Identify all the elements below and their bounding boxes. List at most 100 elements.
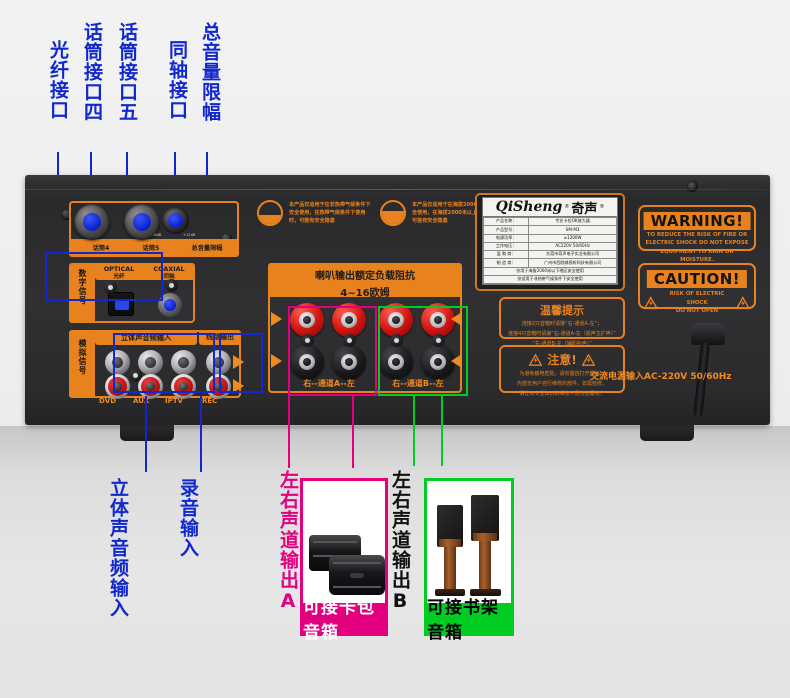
caution-body-line2: DO NOT OPEN [675,308,719,315]
tropical-climate-icon [257,200,283,226]
electric-shock-triangle-icon [644,296,658,310]
highlight-channel-a [288,306,377,396]
speaker-arrow-icon [271,354,282,368]
callout-optical-port: 光纤接口 [47,40,69,120]
table-row: 仅适用于非热带气候条件下安全使用 [483,274,617,285]
table-row: 产品型号： SM-M3 [482,225,617,235]
mic4-label: 话筒4 [92,245,110,252]
caution-body-line1: RISK OF ELECTRIC SHOCK [669,291,725,306]
screenshot-root: 光纤接口 话筒接口四 话筒接口五 同轴接口 总音量限幅 话筒4 话筒5 总音量限… [0,0,790,698]
bookshelf-speaker-caption: 可接书架音箱 [427,598,511,643]
warning-body: TO REDUCE THE RISK OF FIRE OR ELECTRIC S… [645,232,749,264]
table-row: 制 造 商： 广州市西欧威视听科技有限公司 [482,258,617,268]
attention-line3: 请让有专业知识的维修人员为您服务。 [519,391,605,397]
tips-line1: 连接2只音箱时请接“右-通道A-左”； [521,321,603,327]
registered-mark-icon-2: ® [599,204,605,210]
spec-key: 监 制 商： [482,249,530,260]
highlight-stereo-input [113,333,215,393]
spec-plate: QiSheng ® 奇声 ® 产品名称： 专业卡拉OK放大器 产品型号： SM-… [475,193,625,291]
spec-value: AC220V 50/60Hz [528,241,617,252]
table-row: 仅用于海拔2000米以下地区安全使用 [483,266,617,276]
callout-recording-input: 录音输入 [177,478,199,558]
registered-mark-icon: ® [564,204,570,210]
bookshelf-wood-left [439,539,461,547]
table-row: 监 制 商： 东莞市奇声电子实业有限公司 [482,249,617,260]
callout-lr-output-a: 左右声道输出A [277,470,299,613]
karaoke-speaker-card: 可接卡包音箱 [300,478,388,643]
spec-footnote: 仅用于海拔2000米以下地区安全使用 [483,266,617,276]
speaker-header-line2: 4~16欧姆 [340,288,390,299]
warning-box: WARNING! TO REDUCE THE RISK OF FIRE OR E… [638,205,756,263]
spec-value: ≥1200W [528,233,617,243]
callout-mic-port-4: 话筒接口四 [81,22,103,122]
spec-key: 产品型号： [482,225,530,235]
table-row: 工作电压： AC220V 50/60Hz [482,241,617,252]
highlight-digital-signal [45,252,163,301]
speaker-header-line1: 喇叭输出额定负载阻抗 [315,271,415,282]
spec-key: 工作电压： [482,241,530,252]
screw-icon [687,181,698,192]
power-plug [691,323,725,345]
warning-triangle-icon-2 [581,353,595,366]
callout-coaxial-port: 同轴接口 [166,40,188,120]
highlight-rec-output [219,333,263,393]
spec-value: 东莞市奇声电子实业有限公司 [528,249,617,260]
leader-line-channel-b-right [441,396,443,466]
spec-key: 制 造 商： [482,258,530,268]
tips-line2: 连接4只音箱时请接“右-通道A-左（前声主扩声）” [508,331,616,337]
karaoke-speaker-caption: 可接卡包音箱 [303,598,385,643]
analog-signal-text: 模拟信号 [78,339,87,375]
tropical-climate-note: 本产品仅适用于在非热带气候条件下安全使用，在热带气候条件下使用时，可能有安全隐患 [289,202,371,225]
bookshelf-stand-right [479,541,491,589]
leader-line-channel-a-left [288,396,290,468]
mic5-label: 话筒5 [142,245,160,252]
ac-input-note: 交流电源输入AC-220V 50/60Hz [590,372,732,382]
leader-line-channel-a-right [352,396,354,468]
tips-box: 温馨提示 连接2只音箱时请接“右-通道A-左”； 连接4只音箱时请接“右-通道A… [499,297,625,347]
brand-name-en: QiSheng [495,199,563,215]
speaker-header-strip: 喇叭输出额定负载阻抗 4~16欧姆 [268,263,462,299]
bookshelf-wood-right [473,533,497,541]
spec-key: 产品名称： [482,216,530,227]
highlight-channel-b [378,306,468,396]
bookshelf-speaker-card: 可接书架音箱 [424,478,514,643]
attention-title: 注意! [547,353,577,367]
table-row: 产品名称： 专业卡拉OK放大器 [482,216,617,227]
spec-value: 专业卡拉OK放大器 [528,216,617,227]
karaoke-speaker-photo [303,481,385,603]
leader-line-rec-input [200,396,202,472]
spec-value: 广州市西欧威视听科技有限公司 [528,258,617,268]
master-volume-knob[interactable] [162,207,189,234]
altitude-icon [380,200,406,226]
callout-mic-port-5: 话筒接口五 [116,22,138,122]
bookshelf-speaker-photo [427,481,511,603]
volume-scale-max: +12dB [183,233,196,237]
speaker-box-front [329,555,385,595]
volume-scale-min: -6dB [153,233,162,237]
leader-line-channel-b-left [413,396,415,466]
spec-value: SM-M3 [528,225,617,235]
tips-title: 温馨提示 [540,304,584,317]
leader-line-stereo-input [145,396,147,472]
brand-row: QiSheng ® 奇声 ® [482,197,618,217]
brand-name-cn: 奇声 [571,201,598,217]
amp-foot-left [120,425,174,441]
amp-foot-right [640,425,694,441]
coaxial-screw-hole-icon [165,279,178,292]
jack-label-rec: REC [202,397,218,405]
mic-jack-4[interactable] [74,204,110,240]
bookshelf-stand-left [444,547,456,589]
volume-label: 总音量限幅 [191,245,223,252]
electric-shock-triangle-icon-2 [736,296,750,310]
caution-title: CAUTION! [646,270,748,288]
callout-stereo-audio-input: 立体声音频输入 [107,478,129,618]
callout-lr-output-b: 左右声道输出B [389,470,411,613]
spec-table: 产品名称： 专业卡拉OK放大器 产品型号： SM-M3 电源功率： ≥1200W… [482,216,618,285]
table-row: 电源功率： ≥1200W [482,233,617,243]
spec-key: 电源功率： [482,233,530,243]
speaker-arrow-icon [271,312,282,326]
caution-box: CAUTION! RISK OF ELECTRIC SHOCK DO NOT O… [638,263,756,314]
jack-label-dvd: DVD [99,397,117,405]
analog-signal-side-label: 模拟信号 [69,330,95,398]
spec-footnote: 仅适用于非热带气候条件下安全使用 [483,274,617,285]
